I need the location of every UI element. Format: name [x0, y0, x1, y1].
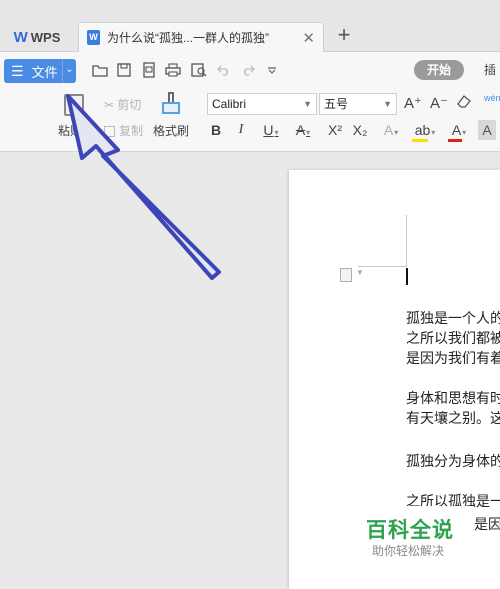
document-tab-title: 为什么说“孤独...一群人的孤独”	[107, 31, 269, 45]
superscript-button[interactable]: X²	[325, 120, 345, 140]
strikethrough-button[interactable]: A▾	[290, 120, 316, 140]
text-effect-label: A	[383, 122, 394, 138]
copy-button[interactable]: 复制	[104, 122, 143, 139]
customize-toolbar-icon[interactable]	[262, 61, 282, 79]
open-folder-icon[interactable]	[90, 61, 110, 79]
font-color-swatch	[448, 139, 462, 142]
phonetic-guide-button[interactable]: wén	[484, 93, 500, 103]
chevron-down-icon: ▾	[274, 128, 279, 137]
wps-logo-icon: W	[13, 28, 28, 46]
font-color-button[interactable]: A▾	[446, 120, 472, 140]
increase-font-size-button[interactable]: A⁺	[404, 94, 422, 112]
strikethrough-label: A	[295, 122, 306, 138]
tab-bar: W WPS W 为什么说“孤独...一群人的孤独” ✕ +	[0, 0, 500, 52]
paste-icon[interactable]	[64, 94, 84, 116]
file-menu-main[interactable]: ☰ 文件	[4, 62, 62, 81]
word-document-icon: W	[87, 30, 100, 45]
italic-button[interactable]: I	[234, 120, 248, 140]
print-preview-icon[interactable]	[189, 61, 209, 79]
hamburger-icon: ☰	[11, 62, 24, 79]
document-text-line[interactable]: 有天壤之别。这	[406, 408, 500, 428]
font-name-select[interactable]: Calibri ▼	[207, 93, 317, 115]
close-tab-icon[interactable]: ✕	[302, 29, 315, 47]
document-text-fragment[interactable]: 是因	[474, 514, 500, 534]
underline-button[interactable]: U▾	[258, 120, 284, 140]
cut-label: 剪切	[117, 98, 142, 112]
clear-format-eraser-icon[interactable]	[456, 94, 472, 111]
home-ribbon: 粘贴▾ ✂ 剪切 复制 格式刷 Calibri ▼ 五号 ▼ A⁺ A⁻ wén B…	[0, 88, 500, 152]
wps-home-tab[interactable]: W WPS	[0, 22, 74, 52]
chevron-down-icon: ▾	[306, 128, 311, 137]
save-icon[interactable]	[114, 61, 134, 79]
character-shading-button[interactable]: A	[478, 120, 496, 140]
copy-label: 复制	[119, 124, 144, 138]
wps-app-name: WPS	[30, 29, 61, 45]
chevron-down-icon[interactable]: ▼	[356, 268, 364, 277]
cut-button[interactable]: ✂ 剪切	[104, 96, 141, 113]
subscript-button[interactable]: X₂	[350, 120, 370, 140]
chevron-down-icon: ▼	[383, 99, 392, 109]
chevron-down-icon: ▾	[431, 128, 436, 137]
document-text-line[interactable]: 身体和思想有时	[406, 388, 500, 408]
tab-start[interactable]: 开始	[414, 60, 464, 80]
document-tab[interactable]: W 为什么说“孤独...一群人的孤独” ✕	[78, 22, 324, 52]
document-text-line[interactable]: 是因为我们有着	[406, 348, 500, 368]
chevron-down-icon: ▼	[303, 99, 312, 109]
chevron-down-icon: ▾	[394, 128, 399, 137]
scissors-icon: ✂	[104, 98, 115, 112]
format-painter-label[interactable]: 格式刷	[153, 122, 189, 139]
undo-icon[interactable]	[214, 61, 234, 79]
chevron-down-icon: ▾	[462, 128, 467, 137]
highlight-button[interactable]: ab▾	[410, 120, 440, 140]
document-text-line[interactable]: 孤独分为身体的	[406, 451, 500, 471]
bold-button[interactable]: B	[208, 120, 224, 140]
redo-icon[interactable]	[238, 61, 258, 79]
print-icon[interactable]	[163, 61, 183, 79]
paragraph-layout-icon[interactable]	[340, 268, 352, 282]
paste-dropdown-icon[interactable]: ▾	[83, 128, 87, 137]
document-text-line[interactable]: 之所以我们都被	[406, 328, 500, 348]
copy-icon	[104, 126, 115, 138]
margin-marker-vertical	[406, 215, 407, 267]
chevron-down-icon[interactable]: ⌄	[62, 59, 76, 83]
font-size-value: 五号	[324, 97, 349, 111]
font-color-label: A	[451, 122, 462, 138]
new-tab-button[interactable]: +	[332, 24, 356, 48]
tab-insert[interactable]: 插	[484, 60, 496, 80]
decrease-font-size-button[interactable]: A⁻	[430, 94, 448, 112]
paste-button[interactable]: 粘贴▾	[58, 122, 87, 139]
export-pdf-icon[interactable]	[139, 61, 159, 79]
font-size-select[interactable]: 五号 ▼	[319, 93, 397, 115]
file-menu-button[interactable]: ☰ 文件 ⌄	[4, 59, 76, 83]
file-menu-label: 文件	[31, 64, 58, 80]
highlight-label: ab	[414, 122, 431, 138]
watermark-logo: 百科全说 助你轻松解决	[346, 506, 474, 566]
text-cursor	[406, 268, 408, 285]
text-effect-button[interactable]: A▾	[378, 120, 404, 140]
watermark-subtitle: 助你轻松解决	[372, 544, 445, 558]
highlight-color-swatch	[412, 139, 428, 142]
watermark-title: 百科全说	[366, 518, 454, 542]
underline-label: U	[263, 122, 274, 138]
paste-label: 粘贴	[58, 124, 83, 138]
margin-marker-horizontal	[358, 266, 406, 267]
quick-access-toolbar: ☰ 文件 ⌄ 开始 插	[0, 52, 500, 88]
document-text-line[interactable]: 孤独是一个人的	[406, 308, 500, 328]
font-name-value: Calibri	[212, 97, 247, 111]
format-painter-icon[interactable]	[162, 92, 180, 116]
